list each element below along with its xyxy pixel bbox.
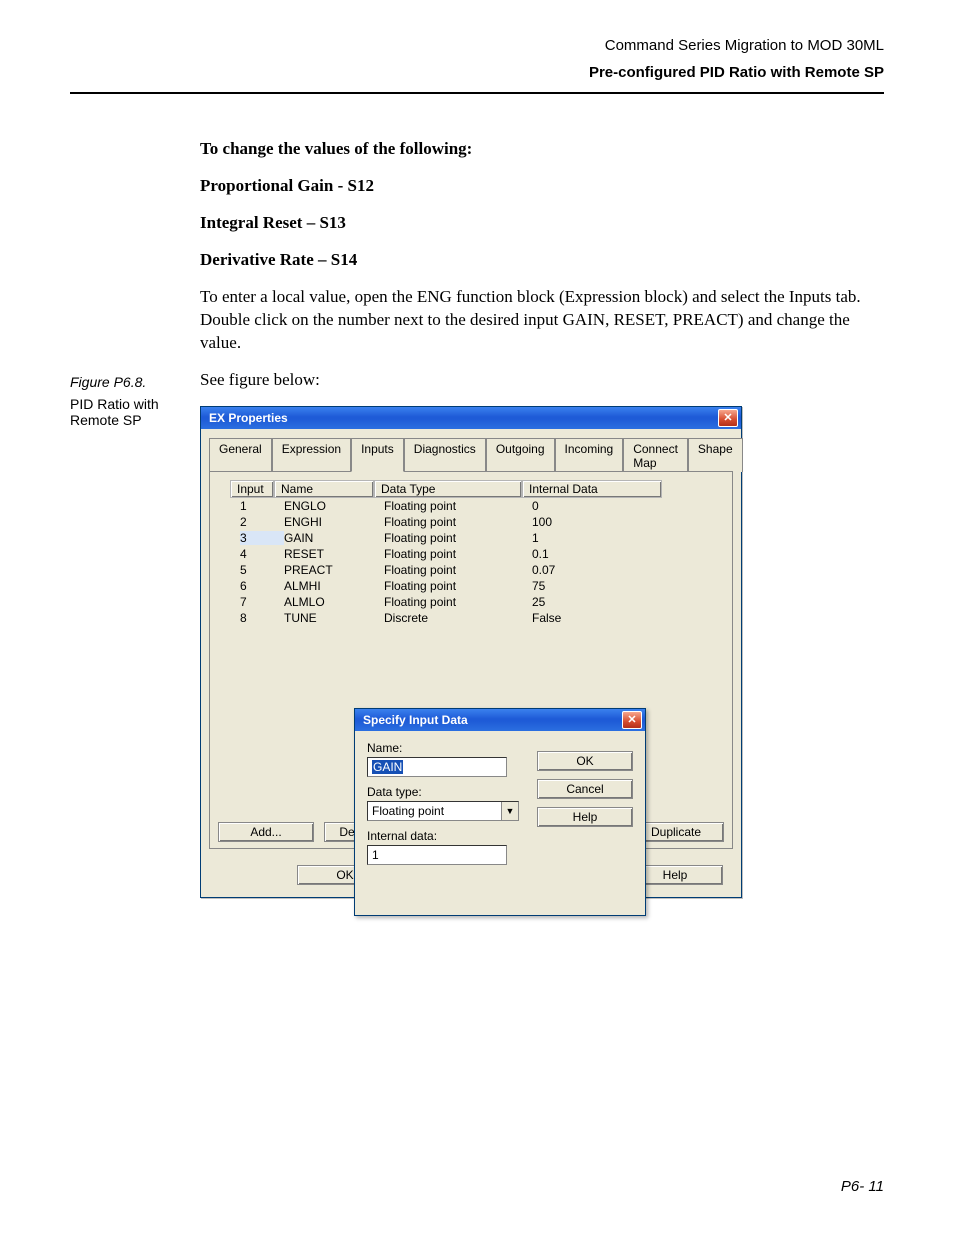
cell-data-type: Floating point (384, 499, 532, 513)
table-row[interactable]: 5PREACTFloating point0.07 (230, 562, 724, 578)
cell-data-type: Floating point (384, 579, 532, 593)
cell-input: 8 (240, 611, 284, 625)
cell-data-type: Floating point (384, 563, 532, 577)
page-number: P6- 11 (841, 1178, 884, 1195)
cell-internal-data: 0 (532, 499, 672, 513)
inputs-table-header: Input Name Data Type Internal Data (230, 480, 724, 498)
dialog-ok-button[interactable]: OK (537, 751, 633, 771)
tab-inputs[interactable]: Inputs (351, 438, 404, 472)
header-rule (70, 92, 884, 94)
cell-internal-data: False (532, 611, 672, 625)
cell-name: ALMHI (284, 579, 384, 593)
tab-general[interactable]: General (209, 438, 272, 472)
paragraph-instructions: To enter a local value, open the ENG fun… (200, 286, 884, 355)
ex-properties-titlebar[interactable]: EX Properties ✕ (201, 407, 741, 429)
tab-shape[interactable]: Shape (688, 438, 743, 472)
cell-internal-data: 75 (532, 579, 672, 593)
table-row[interactable]: 8TUNEDiscreteFalse (230, 610, 724, 626)
heading-change-values: To change the values of the following: (200, 138, 884, 161)
figure-caption: PID Ratio with Remote SP (70, 396, 200, 428)
tab-incoming[interactable]: Incoming (555, 438, 624, 472)
cell-input: 5 (240, 563, 284, 577)
cell-internal-data: 0.07 (532, 563, 672, 577)
bullet-reset: Integral Reset – S13 (200, 212, 884, 235)
cell-input: 3 (240, 531, 284, 545)
chevron-down-icon[interactable]: ▼ (501, 802, 518, 820)
tab-expression[interactable]: Expression (272, 438, 351, 472)
specify-input-data-titlebar[interactable]: Specify Input Data ✕ (355, 709, 645, 731)
dialog-help-button[interactable]: Help (537, 807, 633, 827)
cell-name: GAIN (284, 531, 384, 545)
cell-data-type: Floating point (384, 547, 532, 561)
table-row[interactable]: 6ALMHIFloating point75 (230, 578, 724, 594)
header-section-title: Pre-configured PID Ratio with Remote SP (70, 59, 884, 86)
cell-name: RESET (284, 547, 384, 561)
cell-name: TUNE (284, 611, 384, 625)
bullet-preact: Derivative Rate – S14 (200, 249, 884, 272)
cell-input: 7 (240, 595, 284, 609)
figure-number: Figure P6.8. (70, 374, 200, 390)
cell-internal-data: 1 (532, 531, 672, 545)
dialog-cancel-button[interactable]: Cancel (537, 779, 633, 799)
name-input[interactable]: GAIN (367, 757, 507, 777)
cell-input: 1 (240, 499, 284, 513)
cell-internal-data: 100 (532, 515, 672, 529)
ex-properties-title: EX Properties (209, 411, 288, 425)
cell-internal-data: 25 (532, 595, 672, 609)
col-internal-data[interactable]: Internal Data (522, 480, 662, 498)
table-row[interactable]: 1ENGLOFloating point0 (230, 498, 724, 514)
col-input[interactable]: Input (230, 480, 274, 498)
specify-input-data-title: Specify Input Data (363, 713, 468, 727)
close-icon[interactable]: ✕ (718, 409, 738, 427)
cell-input: 2 (240, 515, 284, 529)
inputs-panel: Input Name Data Type Internal Data 1ENGL… (209, 471, 733, 849)
table-row[interactable]: 4RESETFloating point0.1 (230, 546, 724, 562)
col-data-type[interactable]: Data Type (374, 480, 522, 498)
cell-name: PREACT (284, 563, 384, 577)
tab-diagnostics[interactable]: Diagnostics (404, 438, 486, 472)
paragraph-see-figure: See figure below: (200, 369, 884, 392)
cell-name: ENGLO (284, 499, 384, 513)
table-row[interactable]: 3GAINFloating point1 (230, 530, 724, 546)
cell-input: 4 (240, 547, 284, 561)
internal-data-input[interactable]: 1 (367, 845, 507, 865)
internal-data-label: Internal data: (367, 829, 633, 843)
specify-input-data-dialog: Specify Input Data ✕ Name: GAIN Data typ… (354, 708, 646, 916)
cell-data-type: Floating point (384, 595, 532, 609)
data-type-select[interactable]: Floating point ▼ (367, 801, 519, 821)
header-doc-title: Command Series Migration to MOD 30ML (70, 32, 884, 59)
tab-connect-map[interactable]: Connect Map (623, 438, 688, 472)
cell-data-type: Floating point (384, 531, 532, 545)
data-type-value: Floating point (368, 802, 501, 820)
bullet-gain: Proportional Gain - S12 (200, 175, 884, 198)
tab-outgoing[interactable]: Outgoing (486, 438, 555, 472)
cell-data-type: Floating point (384, 515, 532, 529)
close-icon[interactable]: ✕ (622, 711, 642, 729)
col-name[interactable]: Name (274, 480, 374, 498)
ex-properties-window: EX Properties ✕ General Expression Input… (200, 406, 742, 898)
cell-name: ALMLO (284, 595, 384, 609)
tabstrip: General Expression Inputs Diagnostics Ou… (201, 429, 741, 471)
cell-input: 6 (240, 579, 284, 593)
table-row[interactable]: 2ENGHIFloating point100 (230, 514, 724, 530)
cell-data-type: Discrete (384, 611, 532, 625)
cell-name: ENGHI (284, 515, 384, 529)
cell-internal-data: 0.1 (532, 547, 672, 561)
add-button[interactable]: Add... (218, 822, 314, 842)
table-row[interactable]: 7ALMLOFloating point25 (230, 594, 724, 610)
